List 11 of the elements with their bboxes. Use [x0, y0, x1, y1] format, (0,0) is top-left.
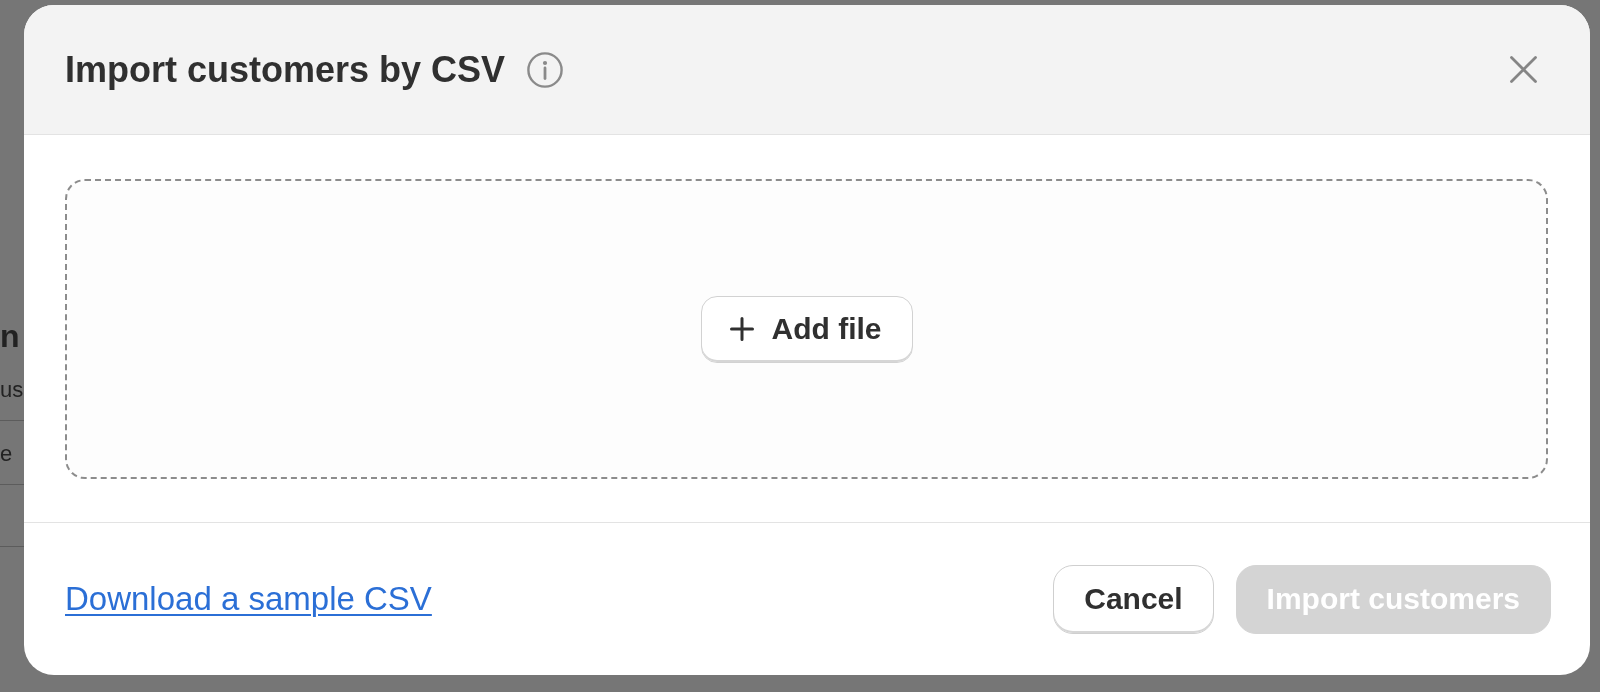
download-sample-link[interactable]: Download a sample CSV — [65, 580, 432, 618]
add-file-button[interactable]: Add file — [700, 295, 913, 363]
info-icon — [527, 51, 564, 88]
background-text: n — [0, 320, 20, 352]
dialog-title: Import customers by CSV — [65, 47, 506, 92]
plus-icon — [729, 317, 754, 341]
close-icon — [1510, 56, 1537, 83]
cancel-button[interactable]: Cancel — [1053, 564, 1214, 634]
file-drop-zone[interactable]: Add file — [65, 179, 1548, 479]
background-text: us — [0, 379, 24, 401]
background-text: e — [0, 443, 13, 465]
